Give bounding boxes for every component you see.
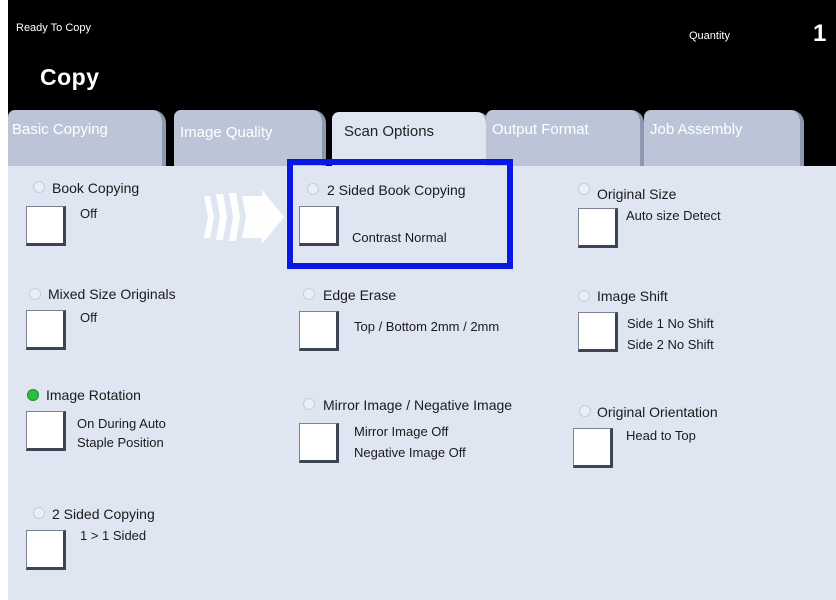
mirror-negative-radio[interactable] — [303, 398, 315, 410]
status-text: Ready To Copy — [16, 22, 92, 34]
two-sided-copying-label: 2 Sided Copying — [52, 506, 155, 522]
edge-erase-value: Top / Bottom 2mm / 2mm — [354, 319, 500, 334]
tab-label: Output Format — [492, 121, 589, 138]
mirror-negative-value-2: Negative Image Off — [354, 445, 466, 460]
tab-label: Scan Options — [344, 123, 435, 140]
image-rotation-button[interactable] — [26, 411, 66, 451]
image-shift-label: Image Shift — [597, 288, 668, 304]
tab-label: Job Assembly — [650, 121, 743, 138]
mixed-size-originals-label: Mixed Size Originals — [48, 286, 176, 302]
original-orientation-radio[interactable] — [579, 405, 591, 417]
mirror-negative-label: Mirror Image / Negative Image — [323, 397, 513, 413]
image-shift-value-2: Side 2 No Shift — [627, 337, 714, 352]
mixed-size-originals-button[interactable] — [26, 310, 66, 350]
image-rotation-value-2: Staple Position — [77, 435, 164, 450]
book-copying-radio[interactable] — [33, 181, 45, 193]
page-title: Copy — [40, 64, 100, 90]
highlight-frame — [287, 159, 513, 269]
image-shift-value-1: Side 1 No Shift — [627, 316, 714, 331]
original-size-value: Auto size Detect — [626, 208, 721, 223]
book-copying-label: Book Copying — [52, 180, 140, 196]
image-rotation-radio[interactable] — [27, 389, 39, 401]
edge-erase-button[interactable] — [299, 311, 339, 351]
two-sided-copying-button[interactable] — [26, 530, 66, 570]
tab-label: Image Quality — [180, 124, 273, 141]
image-shift-button[interactable] — [578, 312, 618, 352]
mixed-size-originals-value: Off — [80, 310, 98, 325]
tab-job-assembly[interactable]: Job Assembly — [644, 110, 804, 170]
edge-erase-radio[interactable] — [303, 288, 315, 300]
original-orientation-button[interactable] — [573, 428, 613, 468]
image-rotation-value-1: On During Auto — [77, 416, 166, 431]
image-rotation-label: Image Rotation — [46, 387, 141, 403]
original-orientation-label: Original Orientation — [597, 404, 718, 420]
tab-basic-copying[interactable]: Basic Copying — [8, 110, 166, 170]
original-size-label: Original Size — [597, 186, 677, 202]
two-sided-copying-radio[interactable] — [33, 507, 45, 519]
book-copying-value: Off — [80, 206, 98, 221]
mixed-size-originals-radio[interactable] — [29, 288, 41, 300]
tab-label: Basic Copying — [12, 121, 108, 138]
mirror-negative-value-1: Mirror Image Off — [354, 424, 449, 439]
quantity-label: Quantity — [689, 30, 730, 42]
mirror-negative-button[interactable] — [299, 423, 339, 463]
book-copying-button[interactable] — [26, 206, 66, 246]
original-size-button[interactable] — [578, 208, 618, 248]
original-size-radio[interactable] — [578, 183, 590, 195]
edge-erase-label: Edge Erase — [323, 287, 397, 303]
quantity-value[interactable]: 1 — [813, 20, 826, 48]
original-orientation-value: Head to Top — [626, 428, 696, 443]
arrow-right-icon — [204, 190, 284, 244]
image-shift-radio[interactable] — [578, 290, 590, 302]
two-sided-copying-value: 1 > 1 Sided — [80, 528, 147, 543]
